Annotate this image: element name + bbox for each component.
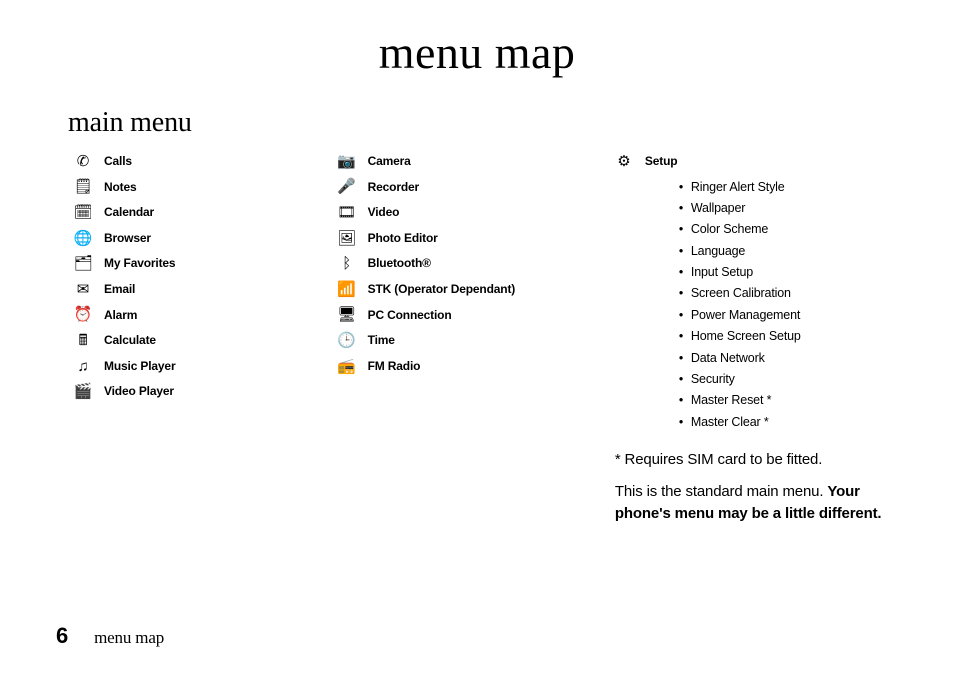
alarm-icon: ⏰: [74, 306, 92, 324]
time-icon: 🕒: [338, 331, 356, 349]
menu-label: Video Player: [104, 382, 174, 401]
setup-subitem: Security: [679, 370, 898, 389]
footer-section: menu map: [94, 628, 164, 648]
menu-item: ♫ Music Player: [74, 357, 338, 376]
menu-label: Browser: [104, 229, 151, 248]
recorder-icon: 🎤: [338, 178, 356, 196]
email-icon: ✉: [74, 280, 92, 298]
page-number: 6: [56, 623, 68, 649]
page: menu map main menu ✆ Calls 🗒 Notes 🗓 Calendar…: [0, 0, 954, 675]
video-player-icon: 🎬: [74, 383, 92, 401]
column-2: 📷 Camera 🎤 Recorder 🎞 Video 🖼 Photo Editor ᛒ Blue…: [338, 145, 615, 525]
menu-item: 🖩 Calculate: [74, 331, 338, 350]
menu-item: 🌐 Browser: [74, 229, 338, 248]
setup-subitem: Master Clear *: [679, 413, 898, 432]
setup-subitem: Wallpaper: [679, 199, 898, 218]
setup-subitem: Screen Calibration: [679, 284, 898, 303]
footnote: * Requires SIM card to be fitted.: [615, 448, 898, 471]
setup-subitem: Ringer Alert Style: [679, 178, 898, 197]
menu-item: 🎤 Recorder: [338, 178, 615, 197]
menu-item-setup: ⚙ Setup: [615, 152, 898, 171]
menu-item: ✉ Email: [74, 280, 338, 299]
columns-wrapper: ✆ Calls 🗒 Notes 🗓 Calendar 🌐 Browser 🗂 My Favorit…: [74, 145, 898, 525]
setup-subitem: Input Setup: [679, 263, 898, 282]
menu-item: 🖥 PC Connection: [338, 306, 615, 325]
section-heading: main menu: [68, 107, 898, 139]
menu-item: 🗒 Notes: [74, 178, 338, 197]
column-1: ✆ Calls 🗒 Notes 🗓 Calendar 🌐 Browser 🗂 My Favorit…: [74, 145, 338, 525]
favorites-icon: 🗂: [74, 255, 92, 273]
menu-label: PC Connection: [368, 306, 452, 325]
disclaimer: This is the standard main menu. Your pho…: [615, 481, 898, 525]
music-icon: ♫: [74, 357, 92, 375]
setup-subitem: Power Management: [679, 306, 898, 325]
menu-item: 🎞 Video: [338, 203, 615, 222]
phone-icon: ✆: [74, 152, 92, 170]
menu-item: 📻 FM Radio: [338, 357, 615, 376]
menu-label: FM Radio: [368, 357, 421, 376]
menu-label: Recorder: [368, 178, 419, 197]
menu-label: Setup: [645, 152, 678, 171]
menu-label: Music Player: [104, 357, 175, 376]
setup-subitem: Data Network: [679, 349, 898, 368]
menu-item: 📶 STK (Operator Dependant): [338, 280, 615, 299]
menu-label: Notes: [104, 178, 137, 197]
setup-subitem: Home Screen Setup: [679, 327, 898, 346]
menu-item: 🎬 Video Player: [74, 382, 338, 401]
fm-radio-icon: 📻: [338, 357, 356, 375]
menu-label: Calls: [104, 152, 132, 171]
page-footer: 6 menu map: [56, 623, 164, 649]
menu-label: Video: [368, 203, 400, 222]
setup-subitem: Language: [679, 242, 898, 261]
browser-icon: 🌐: [74, 229, 92, 247]
menu-item: 🕒 Time: [338, 331, 615, 350]
menu-item: ✆ Calls: [74, 152, 338, 171]
photo-editor-icon: 🖼: [338, 229, 356, 247]
menu-item: 🖼 Photo Editor: [338, 229, 615, 248]
setup-icon: ⚙: [615, 152, 633, 170]
menu-label: Bluetooth®: [368, 254, 431, 273]
calendar-icon: 🗓: [74, 203, 92, 221]
setup-subitem: Master Reset *: [679, 391, 898, 410]
menu-label: Calendar: [104, 203, 154, 222]
pc-connection-icon: 🖥: [338, 306, 356, 324]
column-3: ⚙ Setup Ringer Alert Style Wallpaper Color…: [615, 145, 898, 525]
menu-item: ⏰ Alarm: [74, 306, 338, 325]
menu-item: 📷 Camera: [338, 152, 615, 171]
setup-sublist: Ringer Alert Style Wallpaper Color Scheme L…: [679, 178, 898, 433]
menu-item: ᛒ Bluetooth®: [338, 254, 615, 273]
menu-label: STK (Operator Dependant): [368, 280, 516, 299]
setup-subitem: Color Scheme: [679, 220, 898, 239]
disclaimer-plain: This is the standard main menu.: [615, 483, 827, 500]
page-title: menu map: [56, 26, 898, 79]
notes-icon: 🗒: [74, 178, 92, 196]
menu-item: 🗓 Calendar: [74, 203, 338, 222]
menu-label: Time: [368, 331, 395, 350]
video-icon: 🎞: [338, 203, 356, 221]
menu-label: Camera: [368, 152, 411, 171]
calculate-icon: 🖩: [74, 331, 92, 349]
menu-label: Photo Editor: [368, 229, 438, 248]
camera-icon: 📷: [338, 152, 356, 170]
menu-label: Alarm: [104, 306, 137, 325]
menu-label: Calculate: [104, 331, 156, 350]
menu-label: Email: [104, 280, 135, 299]
stk-icon: 📶: [338, 280, 356, 298]
bluetooth-icon: ᛒ: [338, 255, 356, 273]
menu-label: My Favorites: [104, 254, 175, 273]
menu-item: 🗂 My Favorites: [74, 254, 338, 273]
